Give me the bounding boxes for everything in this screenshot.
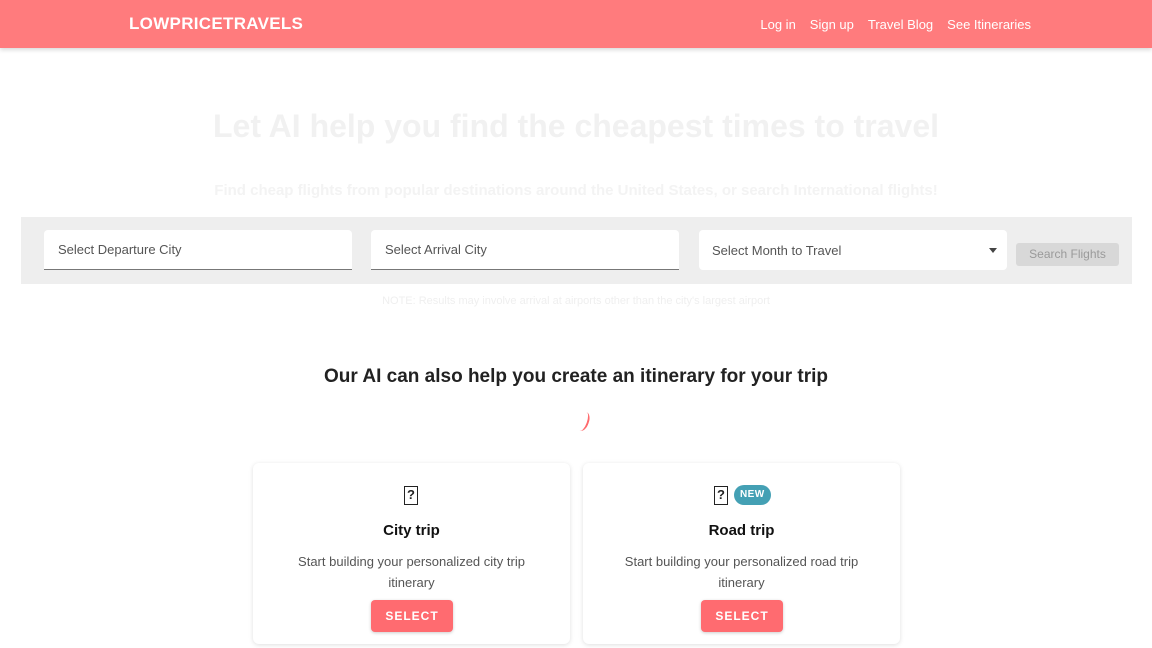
travel-month-label: Select Month to Travel (712, 243, 842, 258)
airport-note: NOTE: Results may involve arrival at air… (382, 295, 770, 307)
caret-down-icon (989, 248, 997, 253)
loading-spinner-icon (572, 409, 592, 433)
see-itineraries-link[interactable]: See Itineraries (947, 17, 1031, 32)
card-title: City trip (383, 522, 440, 539)
travel-blog-link[interactable]: Travel Blog (868, 17, 933, 32)
departure-city-input[interactable] (44, 230, 352, 269)
search-flights-button[interactable]: Search Flights (1016, 243, 1119, 266)
card-description: Start building your personalized road tr… (624, 554, 859, 590)
new-badge: NEW (734, 485, 771, 505)
flight-search-panel: Select Month to Travel Search Flights (21, 217, 1132, 284)
itinerary-heading: Our AI can also help you create an itine… (324, 366, 828, 387)
city-trip-card: ? City trip Start building your personal… (253, 463, 570, 644)
login-link[interactable]: Log in (760, 17, 795, 32)
question-box-icon: ? (714, 486, 728, 505)
city-trip-select-button[interactable]: SELECT (371, 600, 453, 632)
travel-month-select[interactable]: Select Month to Travel (699, 230, 1007, 270)
nav-links: Log in Sign up Travel Blog See Itinerari… (760, 17, 1031, 32)
departure-city-field (44, 230, 352, 270)
navbar: LOWPRICETRAVELS Log in Sign up Travel Bl… (0, 0, 1152, 48)
road-trip-card: ? NEW Road trip Start building your pers… (583, 463, 900, 644)
road-trip-select-button[interactable]: SELECT (701, 600, 783, 632)
brand-logo[interactable]: LOWPRICETRAVELS (129, 14, 303, 34)
arrival-city-input[interactable] (371, 230, 679, 269)
hero-title: Let AI help you find the cheapest times … (212, 108, 940, 144)
signup-link[interactable]: Sign up (810, 17, 854, 32)
hero-subtitle: Find cheap flights from popular destinat… (214, 182, 938, 199)
card-description: Start building your personalized city tr… (298, 554, 525, 590)
arrival-city-field (371, 230, 679, 270)
question-box-icon: ? (404, 486, 418, 505)
card-title: Road trip (708, 522, 775, 539)
